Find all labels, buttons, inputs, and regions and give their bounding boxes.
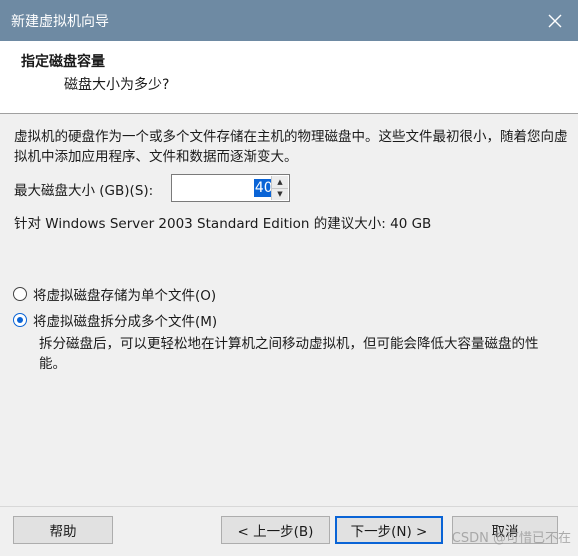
radio-single-file-label[interactable]: 将虚拟磁盘存储为单个文件(O) <box>33 284 216 304</box>
radio-split-files-label[interactable]: 将虚拟磁盘拆分成多个文件(M) <box>33 310 217 330</box>
radio-split-files-circle[interactable] <box>13 313 27 327</box>
new-vm-wizard-window: 新建虚拟机向导 指定磁盘容量 磁盘大小为多少? 虚拟机的硬盘作为一个或多个文件存… <box>0 0 578 556</box>
window-title: 新建虚拟机向导 <box>11 14 109 30</box>
page-subtitle: 磁盘大小为多少? <box>64 77 170 93</box>
split-note: 拆分磁盘后，可以更轻松地在计算机之间移动虚拟机，但可能会降低大容量磁盘的性能。 <box>39 336 539 372</box>
back-button[interactable]: < 上一步(B) <box>221 516 330 544</box>
disk-description: 虚拟机的硬盘作为一个或多个文件存储在主机的物理磁盘中。这些文件最初很小，随着您向… <box>14 129 568 165</box>
footer-divider <box>0 506 578 507</box>
radio-single-file-circle[interactable] <box>13 287 27 301</box>
close-button[interactable] <box>532 0 578 41</box>
spin-down-button[interactable]: ▼ <box>272 187 288 200</box>
spinner-buttons: ▲ ▼ <box>271 176 288 200</box>
spin-up-button[interactable]: ▲ <box>272 176 288 188</box>
caret-down-icon: ▼ <box>277 190 283 199</box>
title-bar[interactable]: 新建虚拟机向导 <box>0 0 578 41</box>
close-icon <box>548 14 562 27</box>
radio-split-files[interactable]: 将虚拟磁盘拆分成多个文件(M) <box>13 310 217 330</box>
wizard-header: 指定磁盘容量 磁盘大小为多少? <box>0 41 578 114</box>
next-button[interactable]: 下一步(N) > <box>335 516 443 544</box>
help-button[interactable]: 帮助 <box>13 516 113 544</box>
recommended-size: 针对 Windows Server 2003 Standard Edition … <box>14 216 432 232</box>
page-title: 指定磁盘容量 <box>21 54 105 70</box>
disk-size-spinner[interactable]: 40.0 ▲ ▼ <box>171 174 290 202</box>
caret-up-icon: ▲ <box>277 177 283 186</box>
radio-single-file[interactable]: 将虚拟磁盘存储为单个文件(O) <box>13 284 216 304</box>
watermark: CSDN @可惜已不在 <box>451 531 571 546</box>
disk-size-label: 最大磁盘大小 (GB)(S): <box>14 183 154 199</box>
